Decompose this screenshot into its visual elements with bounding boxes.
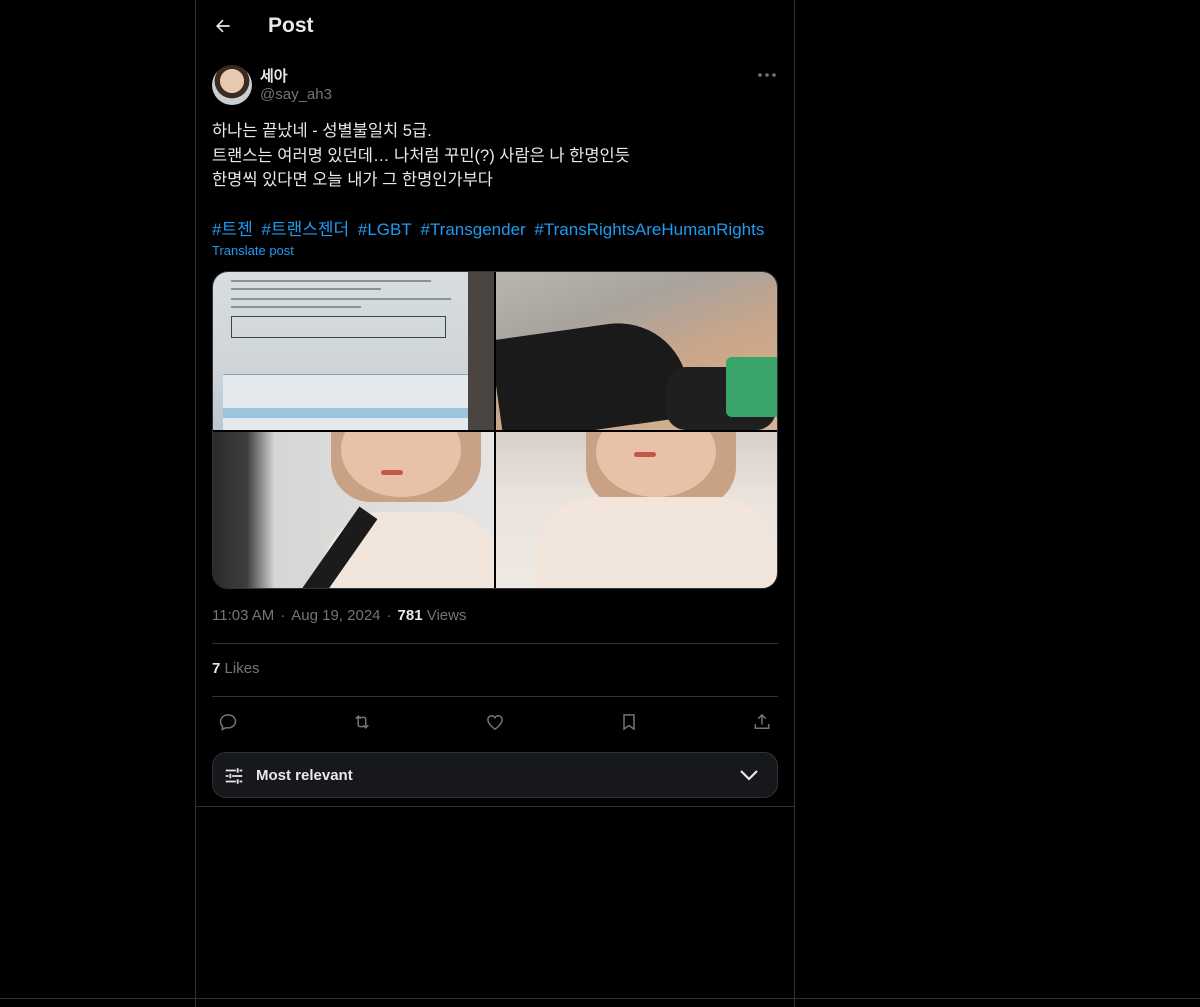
reply-icon: [219, 714, 237, 731]
more-icon: [758, 73, 776, 77]
hashtag-link[interactable]: #TransRightsAreHumanRights: [534, 220, 764, 239]
translate-post-link[interactable]: Translate post: [212, 243, 294, 258]
reply-button[interactable]: [212, 706, 244, 738]
likes-link[interactable]: 7 Likes: [212, 660, 260, 677]
bookmark-icon: [622, 714, 635, 731]
post-header: Post: [196, 0, 794, 54]
post-column: Post 세아 @say_ah3 하나는 끝났네 - 성별불일치 5급. 트랜스…: [195, 0, 795, 1007]
likes-count: 7: [212, 660, 221, 677]
photo-selfie-2[interactable]: [496, 432, 777, 588]
divider: [212, 696, 778, 697]
like-icon: [487, 714, 503, 730]
reply-sort-dropdown[interactable]: Most relevant: [212, 752, 778, 798]
sliders-icon: [225, 768, 243, 784]
more-options-button[interactable]: [756, 68, 778, 82]
chevron-down-icon: [740, 770, 758, 781]
likes-label: Likes: [224, 660, 260, 677]
author-row: 세아 @say_ah3: [212, 64, 778, 108]
post-meta: 11:03 AM · Aug 19, 2024 · 781 Views: [212, 607, 467, 624]
tweet-line: 하나는 끝났네 - 성별불일치 5급.: [212, 122, 432, 140]
back-button[interactable]: [208, 11, 238, 41]
avatar[interactable]: [212, 65, 252, 105]
author-display-name[interactable]: 세아: [260, 65, 288, 86]
photo-selfie-1[interactable]: [213, 432, 494, 588]
like-button[interactable]: [479, 706, 511, 738]
sort-label: Most relevant: [256, 767, 353, 784]
post-date[interactable]: Aug 19, 2024: [291, 607, 380, 624]
media-grid: [212, 271, 778, 589]
share-button[interactable]: [746, 706, 778, 738]
views-label: Views: [426, 607, 467, 624]
hashtag-link[interactable]: #트랜스젠더: [261, 220, 349, 239]
author-handle[interactable]: @say_ah3: [260, 86, 332, 103]
hashtag-link[interactable]: #Transgender: [420, 220, 525, 239]
tweet-line: 트랜스는 여러명 있던데… 나처럼 꾸민(?) 사람은 나 한명인듯: [212, 146, 630, 165]
action-bar: [212, 706, 778, 738]
tweet-text: 하나는 끝났네 - 성별불일치 5급. 트랜스는 여러명 있던데… 나처럼 꾸민…: [212, 119, 778, 193]
hashtag-link[interactable]: #LGBT: [358, 220, 412, 239]
retweet-icon: [354, 715, 369, 729]
share-icon: [754, 713, 770, 729]
divider: [196, 806, 794, 807]
views-count: 781: [397, 607, 423, 624]
photo-document[interactable]: [213, 272, 494, 430]
bookmark-button[interactable]: [613, 706, 645, 738]
arrow-left-icon: [216, 19, 230, 33]
post-time[interactable]: 11:03 AM: [212, 607, 274, 624]
divider: [212, 643, 778, 644]
tweet-line: 한명씩 있다면 오늘 내가 그 한명인가부다: [212, 171, 493, 189]
hashtag-list: #트젠 #트랜스젠더 #LGBT #Transgender #TransRigh…: [212, 215, 778, 240]
photo-seat[interactable]: [496, 272, 777, 430]
page-title: Post: [268, 14, 314, 37]
hashtag-link[interactable]: #트젠: [212, 220, 253, 239]
retweet-button[interactable]: [346, 706, 378, 738]
page-bottom-border: [0, 998, 1200, 999]
